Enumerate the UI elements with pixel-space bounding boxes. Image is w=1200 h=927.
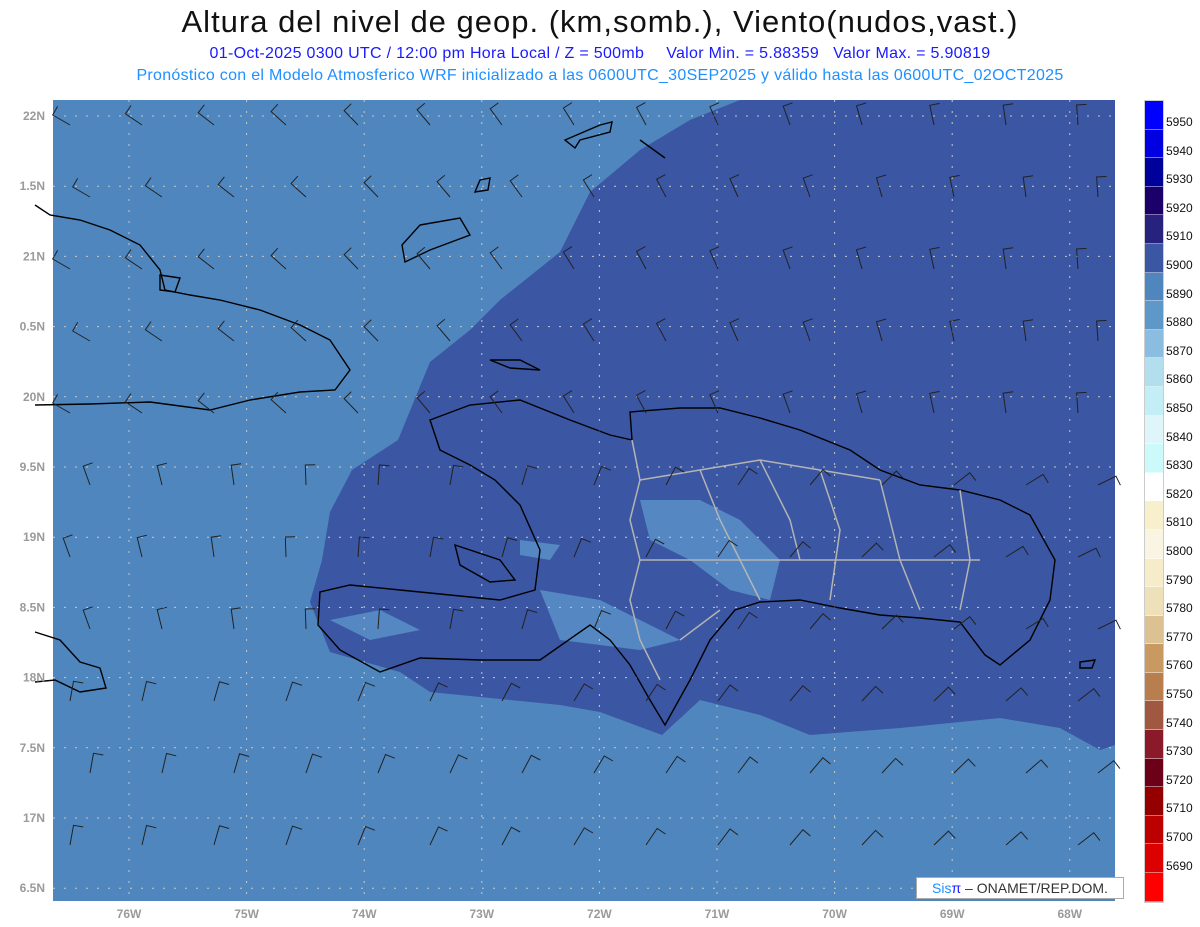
lat-label: 9.5N — [20, 460, 45, 474]
lat-label: 17N — [23, 811, 45, 825]
lat-label: 7.5N — [20, 741, 45, 755]
lat-label: 1.5N — [20, 179, 45, 193]
credit-text: – ONAMET/REP.DOM. — [961, 880, 1108, 896]
legend-label: 5690 — [1166, 858, 1193, 873]
legend-swatch — [1145, 844, 1163, 874]
forecast-info-line: 01-Oct-2025 0300 UTC / 12:00 pm Hora Loc… — [0, 45, 1200, 63]
lat-label: 0.5N — [20, 320, 45, 334]
legend-swatch — [1145, 558, 1163, 588]
legend-swatch — [1145, 444, 1163, 473]
legend-label: 5860 — [1166, 372, 1193, 387]
legend-label: 5720 — [1166, 772, 1193, 787]
legend-swatch — [1145, 386, 1163, 416]
color-scale-legend — [1144, 100, 1164, 903]
legend-label: 5920 — [1166, 200, 1193, 215]
legend-swatch — [1145, 358, 1163, 387]
map-title: Altura del nivel de geop. (km,somb.), Vi… — [181, 4, 1019, 39]
legend-swatch — [1145, 243, 1163, 273]
legend-swatch — [1145, 815, 1163, 845]
lon-label: 71W — [705, 907, 730, 921]
legend-swatch — [1145, 501, 1163, 530]
model-info-line: Pronóstico con el Modelo Atmosferico WRF… — [136, 67, 1064, 84]
legend-label: 5880 — [1166, 315, 1193, 330]
legend-label: 5750 — [1166, 687, 1193, 701]
lat-label: 18N — [23, 671, 45, 685]
legend-swatch — [1145, 787, 1163, 816]
legend-swatch — [1145, 587, 1163, 616]
lon-label: 74W — [352, 907, 377, 921]
legend-swatch — [1145, 615, 1163, 645]
legend-label: 5730 — [1166, 744, 1193, 759]
legend-swatch — [1145, 701, 1163, 731]
sis-logo-text: Sis — [932, 880, 952, 896]
legend-swatch — [1145, 672, 1163, 702]
legend-label: 5800 — [1166, 544, 1193, 558]
credit-box: Sisπ – ONAMET/REP.DOM. — [916, 877, 1124, 899]
lat-label: 8.5N — [20, 600, 45, 614]
legend-label: 5910 — [1166, 229, 1193, 244]
legend-label: 5820 — [1166, 486, 1193, 501]
date-time-level: 01-Oct-2025 0300 UTC / 12:00 pm Hora Loc… — [209, 45, 645, 62]
legend-swatch — [1145, 129, 1163, 159]
legend-swatch — [1145, 472, 1163, 502]
legend-label: 5950 — [1166, 115, 1193, 129]
legend-swatch — [1145, 186, 1163, 216]
lon-label: 69W — [940, 907, 965, 921]
legend-label: 5850 — [1166, 401, 1193, 415]
legend-label: 5780 — [1166, 601, 1193, 616]
legend-label: 5740 — [1166, 715, 1193, 730]
legend-label: 5790 — [1166, 572, 1193, 587]
legend-label: 5900 — [1166, 258, 1193, 272]
legend-label: 5870 — [1166, 343, 1193, 358]
legend-label: 5890 — [1166, 286, 1193, 301]
legend-label: 5840 — [1166, 429, 1193, 444]
legend-swatch — [1145, 272, 1163, 302]
lon-label: 72W — [587, 907, 612, 921]
lat-label: 20N — [23, 390, 45, 404]
legend-swatch — [1145, 329, 1163, 359]
legend-label: 5830 — [1166, 458, 1193, 473]
legend-label: 5770 — [1166, 629, 1193, 644]
legend-label: 5700 — [1166, 830, 1193, 844]
legend-label: 5940 — [1166, 143, 1193, 158]
lat-label: 21N — [23, 249, 45, 263]
geopotential-map: 22N 1.5N 21N 0.5N 20N 9.5N 19N 8.5N 18N 7.5N 17N 6.… — [20, 100, 1121, 921]
legend-label: 5810 — [1166, 515, 1193, 530]
lon-label: 70W — [822, 907, 847, 921]
pi-logo-text: π — [951, 880, 962, 896]
legend-label: 5710 — [1166, 801, 1193, 816]
lon-label: 68W — [1057, 907, 1082, 921]
legend-swatch — [1145, 644, 1163, 673]
lon-label: 76W — [117, 907, 142, 921]
legend-label: 5930 — [1166, 172, 1193, 187]
lat-label: 6.5N — [20, 881, 45, 895]
legend-swatch — [1145, 101, 1163, 130]
legend-swatch — [1145, 301, 1163, 330]
legend-swatch — [1145, 415, 1163, 445]
lat-label: 22N — [23, 109, 45, 123]
lon-label: 75W — [234, 907, 259, 921]
min-value: Valor Min. = 5.88359 — [666, 45, 820, 62]
lat-label: 19N — [23, 530, 45, 544]
legend-swatch — [1145, 215, 1163, 244]
legend-swatch — [1145, 730, 1163, 759]
lon-label: 73W — [469, 907, 494, 921]
legend-swatch — [1145, 158, 1163, 187]
legend-swatch — [1145, 758, 1163, 788]
max-value: Valor Max. = 5.90819 — [833, 45, 991, 62]
legend-swatch — [1145, 529, 1163, 559]
legend-swatch — [1145, 873, 1163, 902]
legend-label: 5760 — [1166, 658, 1193, 673]
